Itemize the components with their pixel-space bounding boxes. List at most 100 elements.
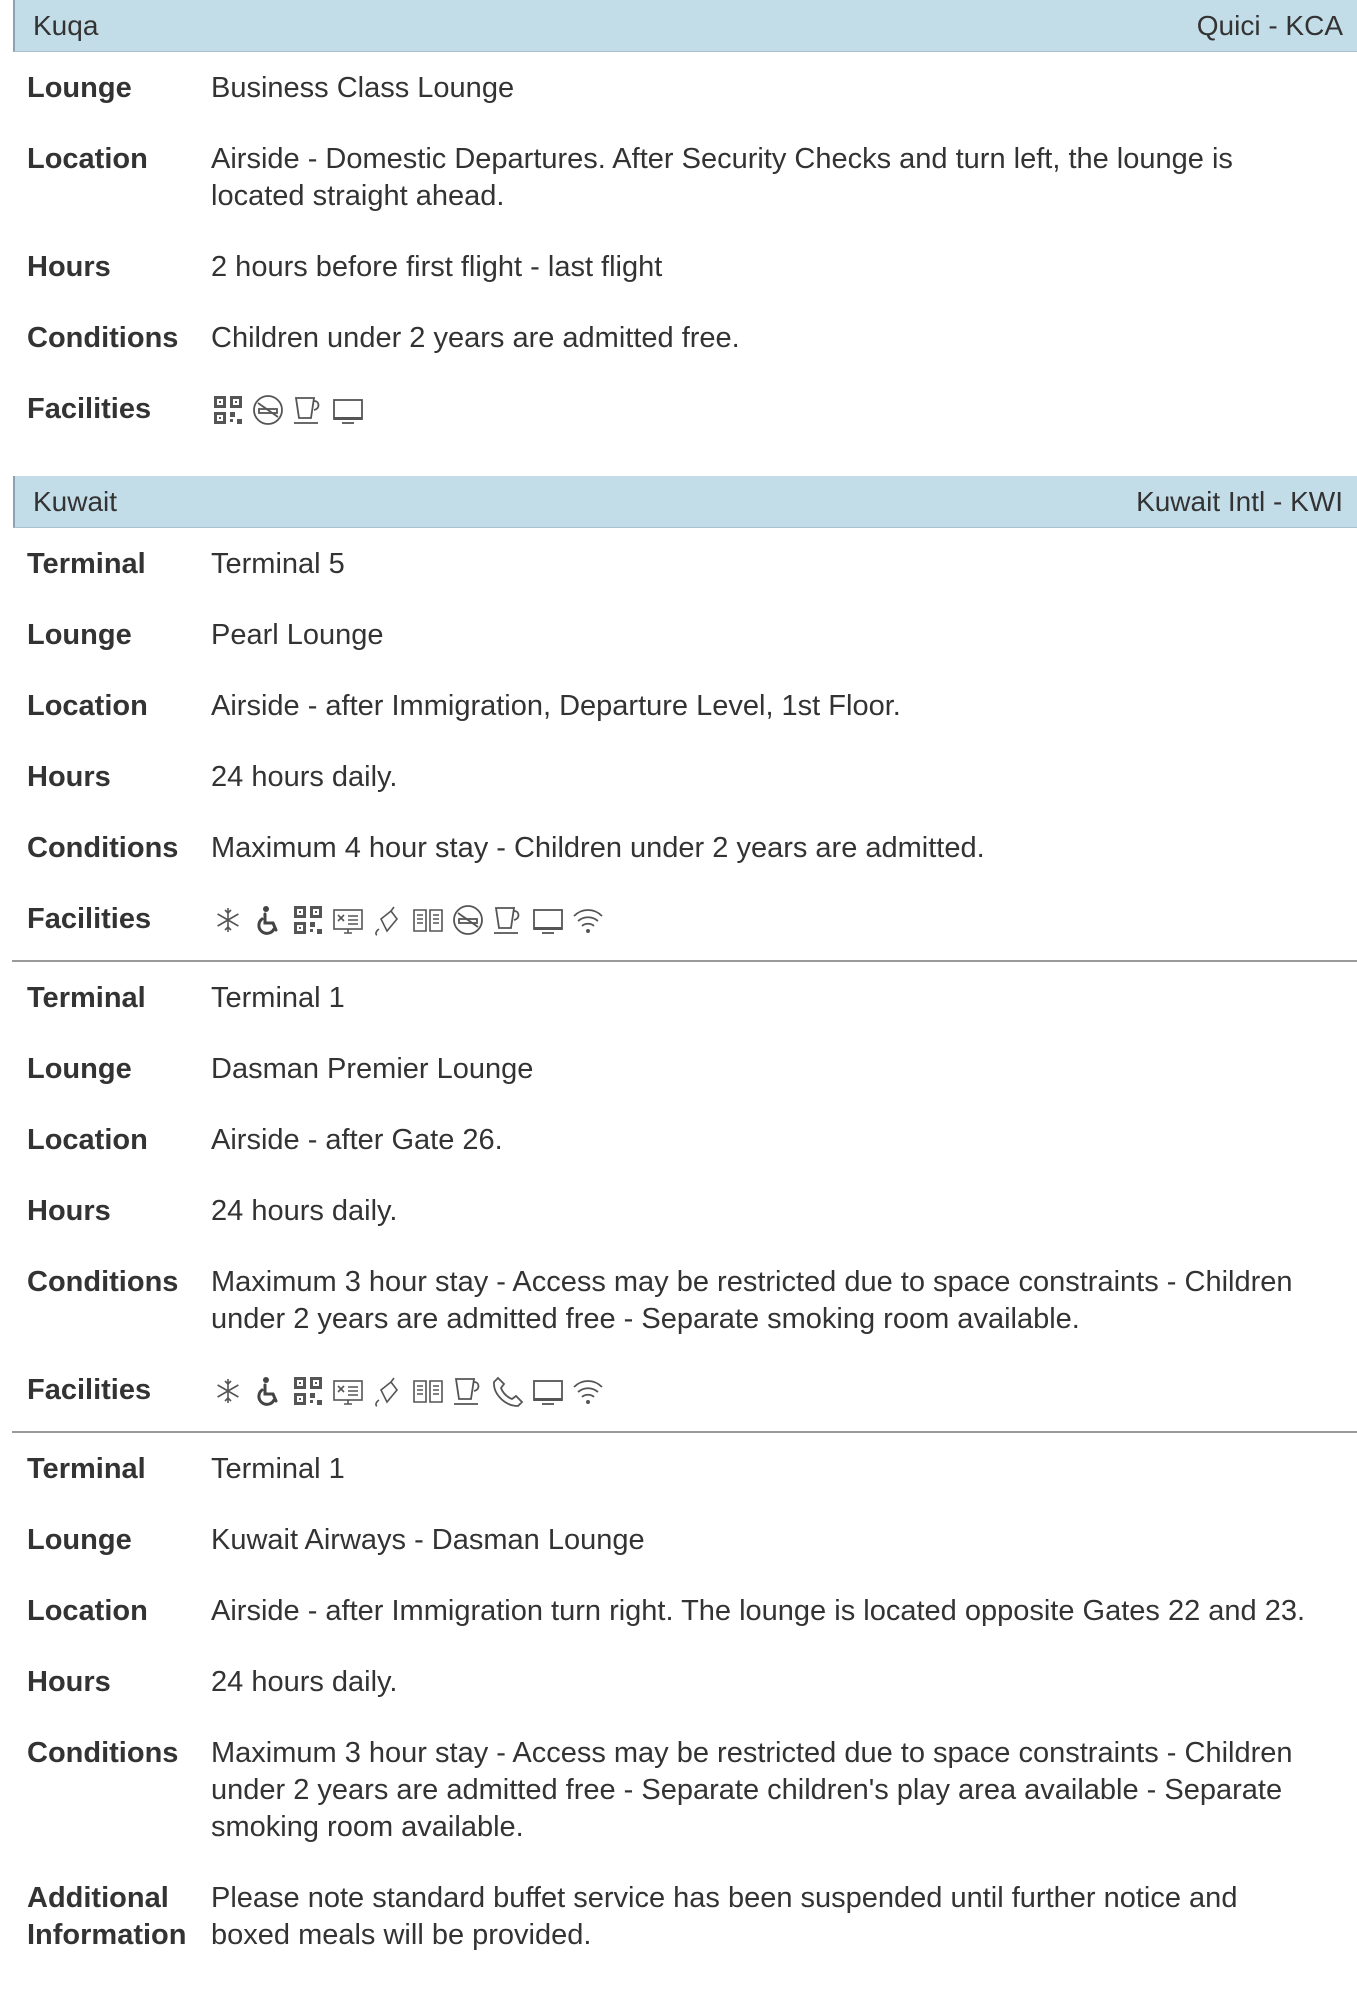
- field-value: 2 hours before first flight - last fligh…: [211, 251, 663, 283]
- field-label: Location: [27, 143, 148, 175]
- field-label: Location: [27, 690, 148, 722]
- field-label: Hours: [27, 1195, 111, 1227]
- air-conditioning-icon: [211, 903, 245, 937]
- info-row: Conditions Maximum 3 hour stay - Access m…: [0, 1264, 1357, 1338]
- field-label: Hours: [27, 1666, 111, 1698]
- field-value: Maximum 3 hour stay - Access may be rest…: [211, 1737, 1293, 1843]
- field-value: Dasman Premier Lounge: [211, 1053, 534, 1085]
- field-value: 24 hours daily.: [211, 1195, 398, 1227]
- wifi-icon: [571, 903, 605, 937]
- field-label: Location: [27, 1124, 148, 1156]
- field-label: Lounge: [27, 72, 132, 104]
- info-row: Location Airside - Domestic Departures. A…: [0, 141, 1357, 215]
- info-row: Location Airside - after Immigration, Dep…: [0, 688, 1357, 725]
- refreshments-icon: [291, 393, 325, 427]
- field-value: Maximum 3 hour stay - Access may be rest…: [211, 1266, 1293, 1335]
- facility-icons: [211, 391, 1311, 428]
- lounge-divider: [12, 960, 1357, 962]
- info-row: Lounge Dasman Premier Lounge: [0, 1051, 1357, 1088]
- city-name: Kuwait: [33, 486, 118, 517]
- field-label: Conditions: [27, 322, 179, 354]
- facilities-row: Facilities: [0, 391, 1357, 428]
- field-label: Terminal: [27, 1453, 146, 1485]
- field-label: Additional Information: [27, 1882, 187, 1951]
- disabled-access-icon: [251, 903, 285, 937]
- field-value: Airside - after Immigration turn right. …: [211, 1595, 1306, 1627]
- conference-icon: [331, 903, 365, 937]
- info-row: Hours 24 hours daily.: [0, 759, 1357, 796]
- television-icon: [531, 903, 565, 937]
- airport-header: Kuwait Kuwait Intl - KWI: [13, 476, 1357, 528]
- field-label: Terminal: [27, 982, 146, 1014]
- info-row: Location Airside - after Immigration turn…: [0, 1593, 1357, 1630]
- field-value: Terminal 1: [211, 1453, 345, 1485]
- facilities-label: Facilities: [27, 903, 152, 935]
- info-row: Conditions Children under 2 years are adm…: [0, 320, 1357, 357]
- airport-name: Kuwait Intl - KWI: [1136, 486, 1343, 517]
- wifi-icon: [571, 1374, 605, 1408]
- city-name: Kuqa: [33, 10, 99, 41]
- disabled-access-icon: [251, 1374, 285, 1408]
- facilities-label: Facilities: [27, 1374, 152, 1406]
- field-value: 24 hours daily.: [211, 1666, 398, 1698]
- field-label: Terminal: [27, 548, 146, 580]
- field-value: Maximum 4 hour stay - Children under 2 y…: [211, 832, 985, 864]
- lounge-entry: Lounge Business Class Lounge Location Airsi…: [0, 70, 1357, 428]
- lounge-list: Terminal Terminal 5 Lounge Pearl Lounge Loca…: [0, 528, 1357, 1954]
- airport-section: Kuwait Kuwait Intl - KWI Terminal Terminal …: [0, 476, 1357, 1954]
- lounge-list: Lounge Business Class Lounge Location Airsi…: [0, 52, 1357, 428]
- lounge-entry: Terminal Terminal 1 Lounge Kuwait Airways -…: [0, 1451, 1357, 1954]
- field-label: Conditions: [27, 832, 179, 864]
- field-value: Airside - after Immigration, Departure L…: [211, 690, 901, 722]
- lounge-entry: Terminal Terminal 5 Lounge Pearl Lounge Loca…: [0, 546, 1357, 938]
- airport-header: Kuqa Quici - KCA: [13, 0, 1357, 52]
- facilities-row: Facilities: [0, 1372, 1357, 1409]
- field-value: Terminal 1: [211, 982, 345, 1014]
- conference-icon: [331, 1374, 365, 1408]
- field-label: Hours: [27, 761, 111, 793]
- airport-section: Kuqa Quici - KCA Lounge Business Class Loun…: [0, 0, 1357, 428]
- television-icon: [531, 1374, 565, 1408]
- refreshments-icon: [491, 903, 525, 937]
- field-value: Children under 2 years are admitted free…: [211, 322, 740, 354]
- lounge-directory: Kuqa Quici - KCA Lounge Business Class Loun…: [0, 0, 1357, 1988]
- info-row: Terminal Terminal 5: [0, 546, 1357, 583]
- air-conditioning-icon: [211, 1374, 245, 1408]
- field-label: Lounge: [27, 1524, 132, 1556]
- field-value: Airside - after Gate 26.: [211, 1124, 503, 1156]
- lounge-entry: Terminal Terminal 1 Lounge Dasman Premier L…: [0, 980, 1357, 1409]
- flight-info-screen-icon: [291, 1374, 325, 1408]
- flight-info-screen-icon: [211, 393, 245, 427]
- info-row: Location Airside - after Gate 26.: [0, 1122, 1357, 1159]
- info-row: Terminal Terminal 1: [0, 980, 1357, 1017]
- field-label: Lounge: [27, 619, 132, 651]
- no-smoking-icon: [251, 393, 285, 427]
- field-label: Location: [27, 1595, 148, 1627]
- info-row: Additional Information Please note standa…: [0, 1880, 1357, 1954]
- lounge-divider: [12, 1431, 1357, 1433]
- airport-name: Quici - KCA: [1196, 10, 1343, 41]
- field-value: Pearl Lounge: [211, 619, 384, 651]
- field-value: Airside - Domestic Departures. After Sec…: [211, 143, 1233, 212]
- info-row: Hours 24 hours daily.: [0, 1193, 1357, 1230]
- info-row: Lounge Kuwait Airways - Dasman Lounge: [0, 1522, 1357, 1559]
- info-row: Hours 2 hours before first flight - last …: [0, 249, 1357, 286]
- newspapers-icon: [411, 1374, 445, 1408]
- newspapers-icon: [411, 903, 445, 937]
- facilities-row: Facilities: [0, 901, 1357, 938]
- field-value: Business Class Lounge: [211, 72, 515, 104]
- internet-icon: [371, 1374, 405, 1408]
- field-label: Hours: [27, 251, 111, 283]
- field-value: Terminal 5: [211, 548, 345, 580]
- field-label: Lounge: [27, 1053, 132, 1085]
- info-row: Lounge Business Class Lounge: [0, 70, 1357, 107]
- no-smoking-icon: [451, 903, 485, 937]
- field-label: Conditions: [27, 1737, 179, 1769]
- refreshments-icon: [451, 1374, 485, 1408]
- field-value: Please note standard buffet service has …: [211, 1882, 1238, 1951]
- internet-icon: [371, 903, 405, 937]
- info-row: Lounge Pearl Lounge: [0, 617, 1357, 654]
- television-icon: [331, 393, 365, 427]
- info-row: Hours 24 hours daily.: [0, 1664, 1357, 1701]
